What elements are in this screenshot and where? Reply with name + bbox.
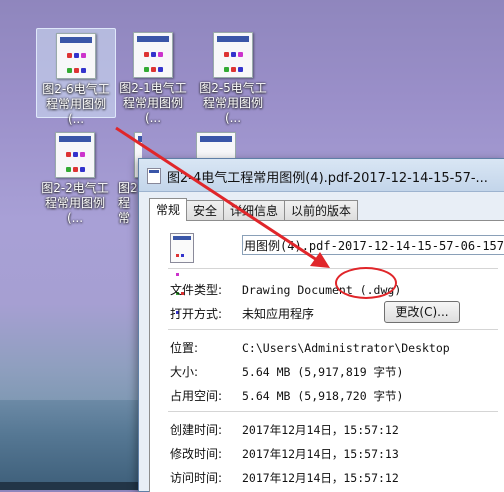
tab-general[interactable]: 常规	[149, 198, 188, 221]
annotation-arrow-icon	[115, 126, 330, 268]
